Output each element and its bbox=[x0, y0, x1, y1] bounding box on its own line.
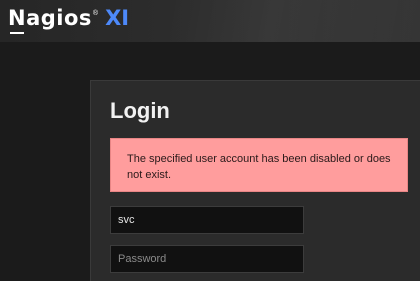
login-title: Login bbox=[110, 98, 170, 123]
nagios-xi-logo[interactable]: Nagios ® XI bbox=[8, 6, 130, 34]
logo-text: Nagios bbox=[8, 6, 92, 30]
logo-registered-mark: ® bbox=[92, 10, 99, 17]
logo-suffix: XI bbox=[105, 6, 130, 30]
top-header-bar: Nagios ® XI bbox=[0, 0, 420, 42]
logo-underline-mark bbox=[10, 32, 24, 34]
username-input[interactable] bbox=[110, 206, 304, 234]
header-decoration bbox=[170, 0, 420, 42]
password-input[interactable] bbox=[110, 245, 304, 273]
error-alert: The specified user account has been disa… bbox=[110, 138, 408, 192]
